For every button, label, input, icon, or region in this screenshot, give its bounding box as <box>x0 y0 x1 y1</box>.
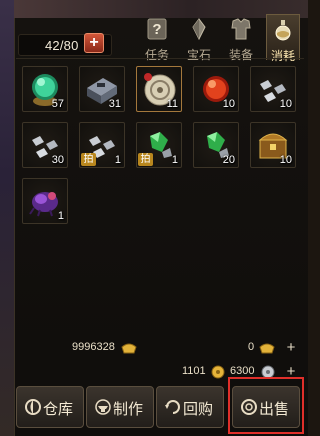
auction-tag: 拍 <box>81 153 96 166</box>
gold-ingot-icon <box>259 343 275 354</box>
warehouse-label: 仓库 <box>43 401 74 418</box>
inventory-slot[interactable]: 10 <box>250 66 296 112</box>
anvil-icon <box>95 399 111 415</box>
crystal-icon <box>192 18 206 41</box>
item-quantity: 1 <box>57 210 64 222</box>
inventory-slot[interactable]: 拍 1 <box>79 122 125 168</box>
tab-gem[interactable]: 宝石 <box>182 14 216 62</box>
inventory-slot[interactable]: 10 <box>193 66 239 112</box>
gold-coin-icon <box>211 365 225 379</box>
inventory-slot[interactable]: 10 <box>250 122 296 168</box>
armor-icon <box>231 18 251 40</box>
currency-row-1: 9996328 0 <box>16 338 304 358</box>
item-quantity: 1 <box>171 154 178 166</box>
craft-button[interactable]: 制作 <box>86 386 154 428</box>
item-quantity: 57 <box>51 98 64 110</box>
inventory-slot[interactable]: 1 <box>22 178 68 224</box>
capacity-count: 42/80 <box>45 38 79 53</box>
silver-amount: 9996328 <box>72 341 115 353</box>
coupon-amount: 6300 <box>230 365 255 377</box>
item-quantity: 20 <box>222 154 235 166</box>
item-quantity: 1 <box>114 154 121 166</box>
tab-quest[interactable]: ? 任务 <box>140 14 174 62</box>
category-tabs: ? 任务 宝石 装备 消耗 <box>140 14 304 63</box>
warehouse-button[interactable]: 仓库 <box>16 386 84 428</box>
bound-gold-amount: 0 <box>248 341 255 353</box>
item-quantity: 31 <box>108 98 121 110</box>
auction-tag: 拍 <box>138 153 153 166</box>
inventory-slot[interactable]: 30 <box>22 122 68 168</box>
gold-amount: 1101 <box>182 365 206 377</box>
inventory-slot[interactable]: 31 <box>79 66 125 112</box>
question-scroll-icon: ? <box>147 18 167 40</box>
expand-capacity-button[interactable]: + <box>84 33 104 53</box>
tab-equipment[interactable]: 装备 <box>224 14 258 62</box>
inventory-slot[interactable]: 11 <box>136 66 182 112</box>
potion-icon <box>275 20 291 41</box>
buyback-label: 回购 <box>183 401 214 418</box>
craft-label: 制作 <box>113 401 144 418</box>
buyback-button[interactable]: 回购 <box>156 386 224 428</box>
warehouse-icon <box>25 399 41 415</box>
item-quantity: 11 <box>166 98 178 110</box>
item-quantity: 10 <box>222 98 235 110</box>
inventory-slot[interactable]: 57 <box>22 66 68 112</box>
add-currency-button[interactable]: + <box>284 340 298 355</box>
gold-ingot-icon <box>121 343 137 354</box>
svg-text:?: ? <box>152 21 161 38</box>
inventory-slot[interactable]: 20 <box>193 122 239 168</box>
buyback-icon <box>165 400 180 414</box>
item-quantity: 30 <box>51 154 64 166</box>
item-quantity: 10 <box>279 98 292 110</box>
tab-consumable[interactable]: 消耗 <box>266 14 300 63</box>
sell-highlight-frame <box>228 377 304 434</box>
item-quantity: 10 <box>279 154 292 166</box>
background-scene <box>0 0 14 436</box>
inventory-slot[interactable]: 拍 1 <box>136 122 182 168</box>
